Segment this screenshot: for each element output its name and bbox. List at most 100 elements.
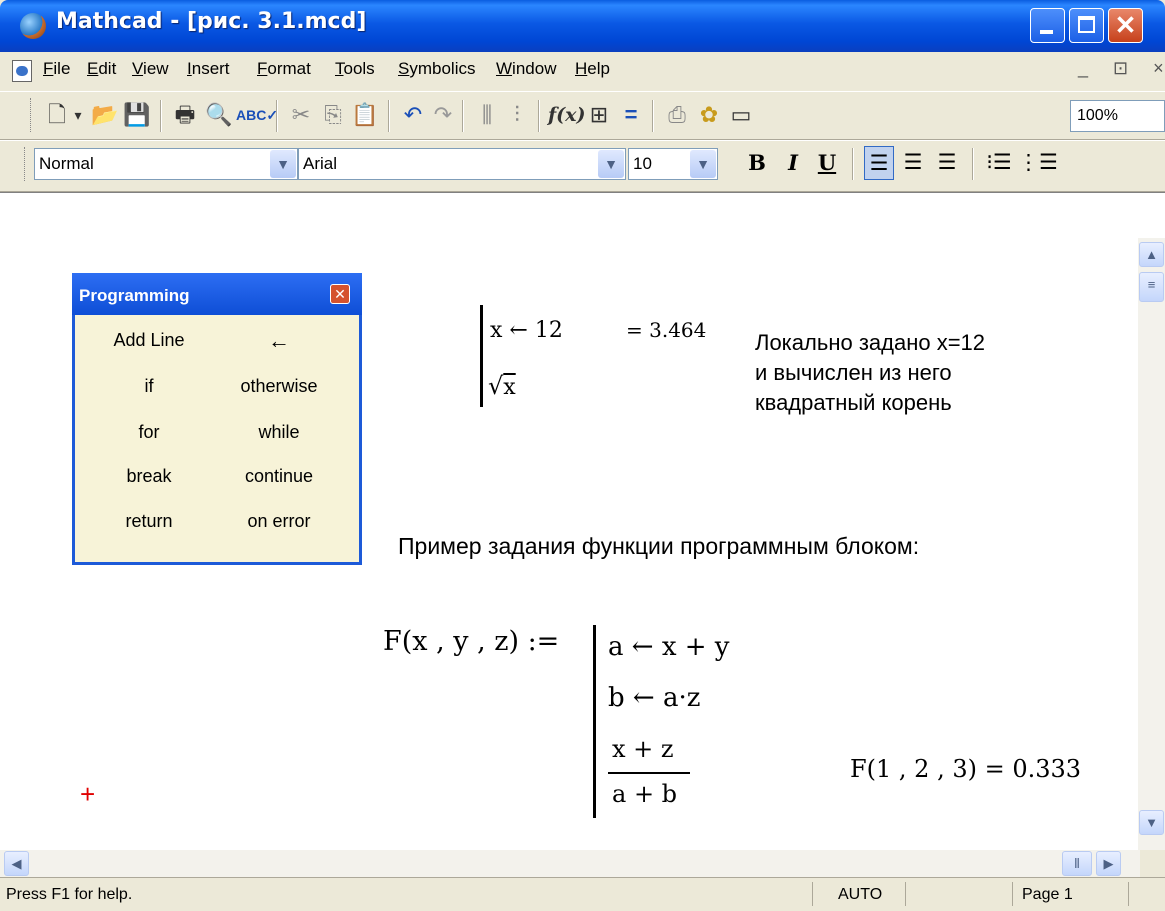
chevron-down-icon[interactable]: ▼ xyxy=(690,150,716,178)
palette-add-line-button[interactable]: Add Line xyxy=(84,330,214,351)
scroll-right-icon[interactable]: ▶ xyxy=(1096,851,1121,876)
bullets-icon[interactable]: ⁝☰ xyxy=(984,146,1014,180)
crosshair-cursor-icon: + xyxy=(80,779,96,809)
print-preview-icon[interactable]: 🔍 xyxy=(204,100,234,130)
palette-break-button[interactable]: break xyxy=(84,466,214,487)
fraction-denominator[interactable]: a + b xyxy=(612,780,677,808)
align-left-icon[interactable]: ☰ xyxy=(864,146,894,180)
paste-icon[interactable]: 📋 xyxy=(350,100,380,130)
palette-return-button[interactable]: return xyxy=(84,511,214,532)
toolbar-separator xyxy=(652,100,654,132)
toolbar-separator xyxy=(160,100,162,132)
italic-button[interactable]: I xyxy=(778,146,808,180)
fraction-line xyxy=(608,772,690,774)
palette-close-icon[interactable]: ✕ xyxy=(330,284,350,304)
underline-button[interactable]: U xyxy=(812,146,842,180)
toolbar-separator xyxy=(538,100,540,132)
zoom-select[interactable]: 100% xyxy=(1070,100,1165,132)
menu-symbolics[interactable]: Symbolics xyxy=(398,59,475,79)
component-wizard-icon[interactable]: ✿ xyxy=(694,100,724,130)
toolbar-separator xyxy=(462,100,464,132)
palette-on-error-button[interactable]: on error xyxy=(214,511,344,532)
menu-edit[interactable]: Edit xyxy=(87,59,116,79)
status-divider xyxy=(1128,882,1129,906)
resource-center-icon[interactable]: ⎙ xyxy=(662,100,692,130)
toolbar-grip[interactable] xyxy=(24,147,29,181)
align-center-icon[interactable]: ☰ xyxy=(898,146,928,180)
copy-icon[interactable]: ⎘ xyxy=(318,100,348,130)
document-icon[interactable] xyxy=(12,60,32,82)
palette-while-button[interactable]: while xyxy=(214,422,344,443)
function-definition[interactable]: F(x , y , z) := xyxy=(383,626,559,657)
menu-format[interactable]: Format xyxy=(257,59,311,79)
document-window-controls[interactable]: _ ⊡ × xyxy=(1078,58,1165,79)
calculate-icon[interactable]: = xyxy=(616,100,646,130)
align-right-icon[interactable]: ☰ xyxy=(932,146,962,180)
insert-unit-icon[interactable]: ⊞ xyxy=(584,100,614,130)
maximize-button[interactable] xyxy=(1069,8,1104,43)
horizontal-scroll-thumb[interactable]: ⦀ xyxy=(1062,851,1092,876)
menu-window[interactable]: Window xyxy=(496,59,556,79)
status-bar xyxy=(0,877,1165,911)
horizontal-scrollbar[interactable] xyxy=(0,850,1140,877)
insert-function-icon[interactable]: f(x) xyxy=(548,100,585,130)
window-title: Mathcad - [рис. 3.1.mcd] xyxy=(56,9,367,34)
scroll-left-icon[interactable]: ◀ xyxy=(4,851,29,876)
menu-help[interactable]: Help xyxy=(575,59,610,79)
scroll-up-icon[interactable]: ▲ xyxy=(1139,242,1164,267)
caption-text[interactable]: Пример задания функции программным блоко… xyxy=(398,533,919,560)
worksheet-top-edge xyxy=(0,192,1165,239)
status-page: Page 1 xyxy=(1022,886,1073,903)
align-across-icon[interactable]: ⫼ xyxy=(472,100,502,130)
numbering-icon[interactable]: ⋮☰ xyxy=(1018,146,1058,180)
toolbar-grip[interactable] xyxy=(30,98,35,132)
open-folder-icon[interactable]: 📂 xyxy=(90,100,120,130)
menu-insert[interactable]: Insert xyxy=(187,59,230,79)
undo-icon[interactable]: ↶ xyxy=(398,100,428,130)
toolbar-separator xyxy=(852,148,854,180)
cut-icon[interactable]: ✂ xyxy=(286,100,316,130)
program-block-bar xyxy=(593,625,596,818)
status-mode: AUTO xyxy=(838,886,883,903)
note-line-2[interactable]: и вычислен из него xyxy=(755,360,952,386)
fraction-numerator[interactable]: x + z xyxy=(612,735,674,763)
font-select[interactable]: Arial xyxy=(298,148,626,180)
close-button[interactable]: ✕ xyxy=(1108,8,1143,43)
style-select[interactable]: Normal xyxy=(34,148,298,180)
menu-tools[interactable]: Tools xyxy=(335,59,375,79)
chevron-down-icon[interactable]: ▼ xyxy=(598,150,624,178)
new-document-icon[interactable]: 🗋 xyxy=(42,100,72,130)
menu-view[interactable]: View xyxy=(132,59,169,79)
bold-button[interactable]: B xyxy=(742,146,772,180)
vertical-scroll-thumb[interactable]: ≡ xyxy=(1139,272,1164,302)
palette-if-button[interactable]: if xyxy=(84,376,214,397)
spell-check-icon[interactable]: ABC✓ xyxy=(236,100,278,130)
toolbar-separator xyxy=(276,100,278,132)
scroll-down-icon[interactable]: ▼ xyxy=(1139,810,1164,835)
note-line-1[interactable]: Локально задано x=12 xyxy=(755,330,985,356)
sqrt-expression[interactable]: √x xyxy=(488,372,516,400)
function-evaluation[interactable]: F(1 , 2 , 3) = 0.333 xyxy=(850,755,1081,783)
palette-continue-button[interactable]: continue xyxy=(214,466,344,487)
vertical-scrollbar[interactable] xyxy=(1138,238,1165,850)
program-result[interactable]: = 3.464 xyxy=(626,318,706,342)
menu-file[interactable]: File xyxy=(43,59,70,79)
program-line-a[interactable]: a ← x + y xyxy=(608,632,729,662)
mathcad-app-icon[interactable] xyxy=(20,13,46,39)
palette-arrow-button[interactable]: ← xyxy=(214,328,344,354)
program-line-b[interactable]: b ← a·z xyxy=(608,683,700,713)
align-down-icon[interactable]: ⫶ xyxy=(502,100,532,130)
save-icon[interactable]: 💾 xyxy=(122,100,152,130)
new-dropdown-icon[interactable]: ▾ xyxy=(70,100,86,130)
minimize-button[interactable] xyxy=(1030,8,1065,43)
palette-for-button[interactable]: for xyxy=(84,422,214,443)
redo-icon[interactable]: ↷ xyxy=(428,100,458,130)
palette-title: Programming xyxy=(79,286,190,305)
status-divider xyxy=(812,882,813,906)
window-icon[interactable]: ▭ xyxy=(726,100,756,130)
chevron-down-icon[interactable]: ▼ xyxy=(270,150,296,178)
palette-otherwise-button[interactable]: otherwise xyxy=(214,376,344,397)
print-icon[interactable]: 🖶 xyxy=(170,100,200,130)
program-line-x[interactable]: x ← 12 xyxy=(490,318,563,343)
note-line-3[interactable]: квадратный корень xyxy=(755,390,952,416)
